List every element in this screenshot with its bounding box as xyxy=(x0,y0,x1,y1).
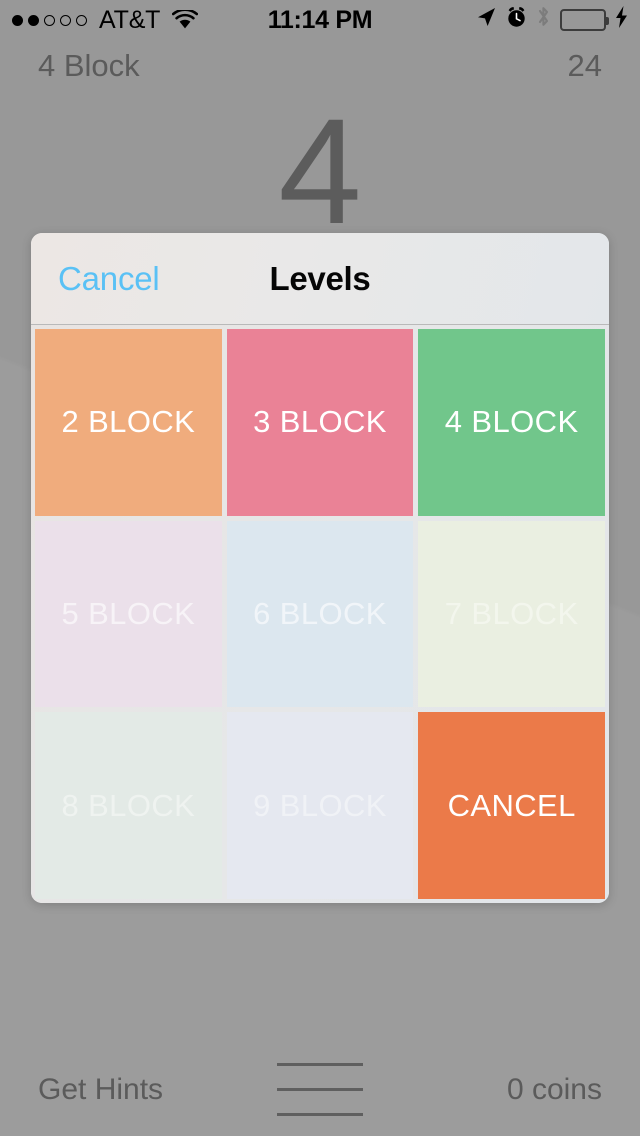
level-tile-cancel[interactable]: CANCEL xyxy=(418,712,605,899)
level-tile-label: 2 BLOCK xyxy=(61,404,196,440)
level-tile-9-block[interactable]: 9 BLOCK xyxy=(226,712,414,899)
status-bar-right xyxy=(475,5,628,35)
location-arrow-icon xyxy=(475,6,497,35)
bluetooth-icon xyxy=(536,5,551,35)
level-name-label: 4 Block xyxy=(38,48,140,83)
signal-dot-1 xyxy=(12,14,23,26)
level-tile-label: 5 BLOCK xyxy=(61,595,196,631)
level-tile-label: CANCEL xyxy=(447,787,576,823)
status-bar-left: AT&T xyxy=(12,5,199,35)
status-bar: AT&T 11:14 PM xyxy=(0,0,640,40)
level-tile-6-block[interactable]: 6 BLOCK xyxy=(226,520,414,708)
level-tile-7-block[interactable]: 7 BLOCK xyxy=(418,520,605,708)
level-tile-4-block[interactable]: 4 BLOCK xyxy=(418,329,605,516)
signal-dot-5 xyxy=(76,14,87,26)
get-hints-button[interactable]: Get Hints xyxy=(38,1073,163,1107)
level-tile-label: 4 BLOCK xyxy=(444,404,579,440)
modal-header: Cancel Levels xyxy=(31,233,609,325)
signal-dot-2 xyxy=(28,14,39,26)
modal-cancel-link[interactable]: Cancel xyxy=(58,260,160,298)
level-tile-8-block[interactable]: 8 BLOCK xyxy=(35,712,222,899)
carrier-label: AT&T xyxy=(99,5,161,34)
signal-dot-4 xyxy=(60,14,71,26)
bottom-bar: Get Hints 0 coins xyxy=(0,1063,640,1116)
levels-modal: Cancel Levels 2 BLOCK 3 BLOCK 4 BLOCK 5 BLO… xyxy=(31,233,609,903)
level-tile-label: 8 BLOCK xyxy=(61,787,196,823)
level-tile-5-block[interactable]: 5 BLOCK xyxy=(35,520,222,708)
signal-dot-3 xyxy=(44,14,55,26)
coins-label: 0 coins xyxy=(506,1073,602,1106)
score-label: 24 xyxy=(567,48,602,83)
lightning-bolt-icon xyxy=(615,5,628,35)
alarm-clock-icon xyxy=(506,6,527,35)
hamburger-menu-icon[interactable] xyxy=(277,1063,363,1116)
level-tile-label: 7 BLOCK xyxy=(444,595,579,631)
signal-strength-dots xyxy=(12,14,87,26)
level-tile-2-block[interactable]: 2 BLOCK xyxy=(35,329,222,516)
level-tile-label: 6 BLOCK xyxy=(253,595,387,631)
wifi-icon xyxy=(172,10,199,30)
current-level-digit: 4 xyxy=(278,87,362,255)
game-header: 4 Block 24 xyxy=(0,48,640,84)
level-tile-label: 9 BLOCK xyxy=(253,787,387,823)
level-grid: 2 BLOCK 3 BLOCK 4 BLOCK 5 BLOCK 6 BLOCK 7 BLO… xyxy=(31,325,609,903)
battery-icon xyxy=(560,9,609,31)
level-tile-3-block[interactable]: 3 BLOCK xyxy=(226,329,414,516)
level-tile-label: 3 BLOCK xyxy=(253,404,387,440)
